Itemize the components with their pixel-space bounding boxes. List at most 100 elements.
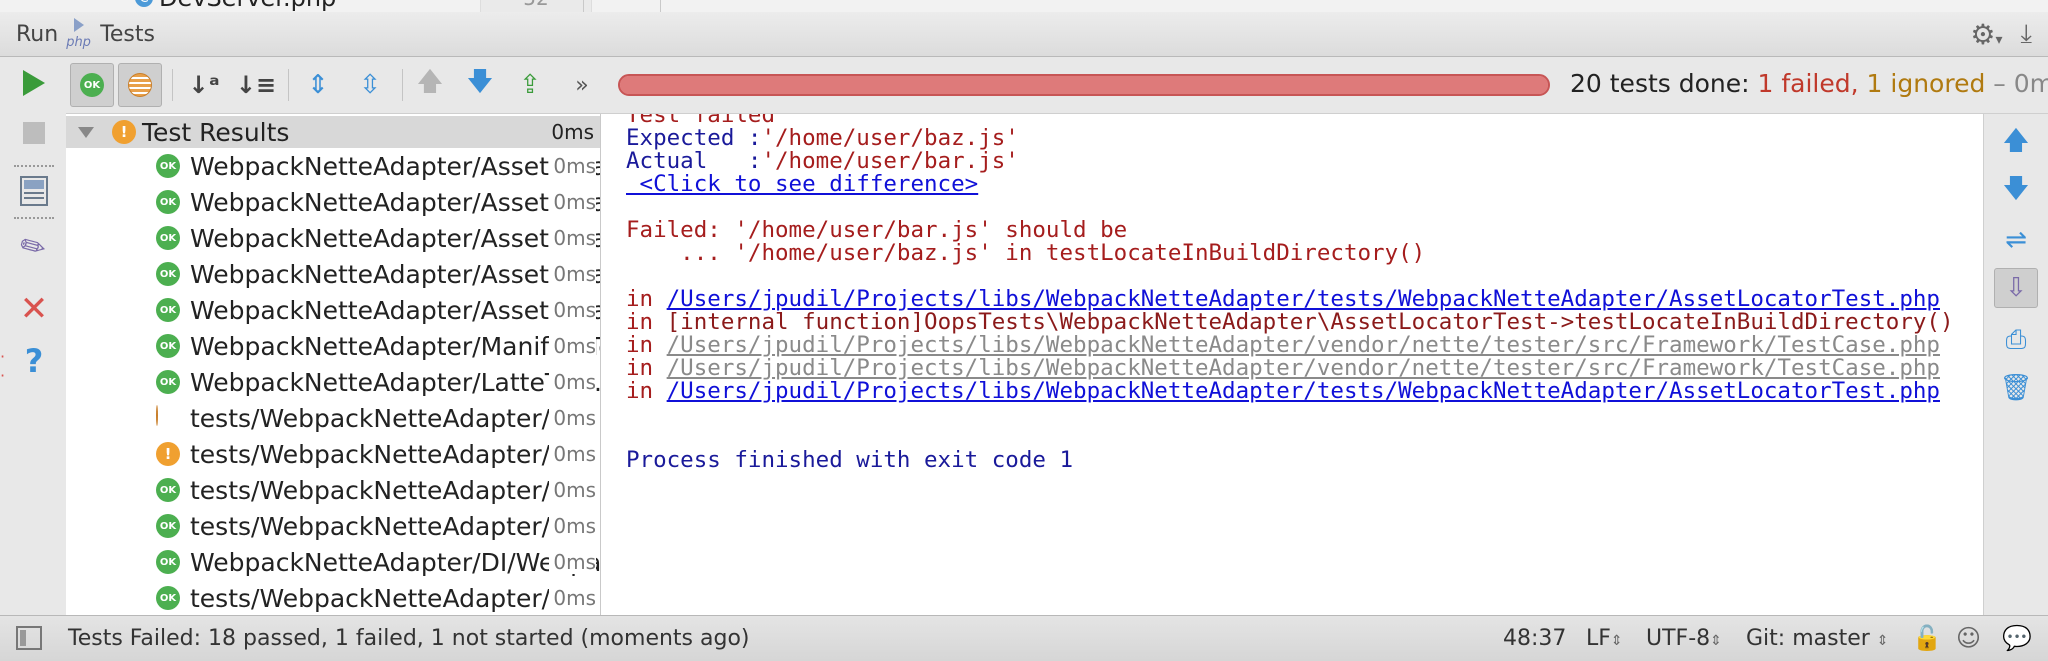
see-difference-link[interactable]: <Click to see difference> [626, 171, 979, 197]
test-results-tree: ! Test Results 0ms OK WebpackNetteAdapter… [66, 114, 601, 615]
inspector-icon[interactable]: ☺ [1956, 624, 1981, 652]
divider [660, 0, 661, 12]
stack-frame: in /Users/jpudil/Projects/libs/WebpackNe… [626, 378, 1940, 404]
sort-by-duration-button[interactable]: ↓≡ [234, 63, 278, 107]
tree-row-duration: 0ms [549, 406, 596, 430]
event-log-icon[interactable]: 💬 [2002, 624, 2032, 652]
arrow-down-icon: 🡇 [466, 67, 494, 97]
caret-position[interactable]: 48:37 [1503, 626, 1566, 651]
expand-all-button[interactable]: ⇕ [296, 63, 340, 107]
soft-wrap-button[interactable]: ⇌ [1994, 220, 2038, 260]
tree-row-test[interactable]: OK WebpackNetteAdapter/AssetLocatorTest.p… [66, 220, 600, 256]
scroll-to-end-button[interactable]: ⇩ [1994, 268, 2038, 308]
passed-icon: OK [156, 478, 180, 502]
tree-row-label: WebpackNetteAdapter/AssetLocatorTest.php [190, 259, 600, 289]
close-button[interactable]: ✕ [12, 289, 56, 329]
tree-row-label: tests/WebpackNetteAdapter/ [190, 511, 551, 541]
sort-duration-icon: ↓≡ [235, 71, 277, 99]
clear-all-button[interactable]: 🗑 [1994, 368, 2038, 408]
tree-row-label: WebpackNetteAdapter/AssetLocatorTest.php [190, 223, 600, 253]
tree-row-test[interactable]: OK tests/WebpackNetteAdapter/0ms [66, 508, 600, 544]
vcs-branch[interactable]: Git: master ⇕ [1746, 626, 1889, 651]
tree-row-test[interactable]: OK WebpackNetteAdapter/AssetLocatorTest.p… [66, 292, 600, 328]
tree-row-duration: 0ms [549, 190, 596, 214]
status-icon-wrap: OK [156, 334, 180, 358]
tree-row-test[interactable]: OK WebpackNetteAdapter/ManifestTest.php0m… [66, 328, 600, 364]
tree-row-test[interactable]: OK WebpackNetteAdapter/AssetLocatorTest.p… [66, 148, 600, 184]
tree-row-duration: 0ms [549, 226, 596, 250]
status-icon-wrap: OK [156, 226, 180, 250]
arrow-up-icon: 🡅 [2002, 126, 2030, 156]
stack-frame-link[interactable]: /Users/jpudil/Projects/libs/WebpackNette… [667, 378, 1940, 404]
tree-row-test[interactable]: ! tests/WebpackNetteAdapter/0ms [66, 436, 600, 472]
tree-row-duration: 0ms [549, 370, 596, 394]
run-tool-window-header: Run php Tests ⚙▾ ⤓ [0, 12, 2048, 57]
tree-row-duration: 0ms [549, 442, 596, 466]
tree-row-test[interactable]: OK WebpackNetteAdapter/AssetLocatorTest.p… [66, 256, 600, 292]
progress-fill [620, 76, 1548, 94]
tree-row-test[interactable]: tests/WebpackNetteAdapter/0ms [66, 400, 600, 436]
layout-button[interactable] [12, 171, 56, 211]
expand-toggle-icon[interactable] [78, 126, 94, 138]
tree-row-label: WebpackNetteAdapter/AssetLocatorTest.php [190, 187, 600, 217]
test-runner-toolbar: OK ↓ᵃ ↓≡ ⇕ ⇳ 🡅 🡇 ⇪ » 20 tests done: 1 fa… [66, 57, 2048, 114]
export-results-button[interactable]: ⇪ [508, 63, 552, 107]
tree-row-test[interactable]: OK WebpackNetteAdapter/DI/WebpackExtensio… [66, 544, 600, 580]
editor-tab-label: DevServer.php [159, 0, 336, 12]
tool-window-toggle-icon[interactable] [16, 626, 42, 650]
scroll-to-end-icon: ⇩ [2005, 273, 2027, 303]
divider [583, 0, 584, 12]
tree-row-test[interactable]: OK tests/WebpackNetteAdapter/0ms [66, 472, 600, 508]
status-icon-wrap: OK [156, 154, 180, 178]
hide-panel-icon[interactable]: ⤓ [2021, 19, 2033, 50]
status-message[interactable]: Tests Failed: 18 passed, 1 failed, 1 not… [68, 626, 750, 651]
file-encoding[interactable]: UTF-8⇕ [1646, 626, 1722, 651]
print-button[interactable]: ⎙ [1994, 320, 2038, 360]
sort-alphabetically-button[interactable]: ↓ᵃ [182, 63, 226, 107]
tree-row-test[interactable]: OK tests/WebpackNetteAdapter/0ms [66, 580, 600, 615]
tree-row-label: tests/WebpackNetteAdapter/ [190, 583, 551, 613]
status-icon-wrap: OK [156, 478, 180, 502]
tree-root-test-results[interactable]: ! Test Results 0ms [66, 116, 600, 148]
stop-button[interactable] [12, 113, 56, 153]
run-label: Run [16, 21, 59, 47]
pin-tab-button[interactable]: ✎ [12, 226, 56, 269]
console-output[interactable]: Test failed Expected :'/home/user/baz.js… [601, 114, 1983, 615]
php-run-config-icon: php [66, 18, 92, 50]
status-bar: Tests Failed: 18 passed, 1 failed, 1 not… [0, 615, 2048, 661]
lock-icon[interactable]: 🔓 [1912, 624, 1942, 652]
gear-icon[interactable]: ⚙▾ [1970, 18, 2002, 51]
status-icon-wrap: OK [156, 262, 180, 286]
show-ignored-button[interactable] [118, 63, 162, 107]
status-icon-wrap: OK [156, 586, 180, 610]
status-icon-wrap: OK [156, 550, 180, 574]
updown-icon: ⇕ [1876, 633, 1889, 649]
run-config-tab[interactable]: Tests [100, 22, 155, 47]
passed-icon: OK [156, 586, 180, 610]
next-failed-button[interactable]: 🡇 [458, 63, 502, 107]
tree-row-label: tests/WebpackNetteAdapter/ [190, 475, 551, 505]
scroll-down-button[interactable]: 🡇 [1994, 172, 2038, 212]
status-icon-wrap: OK [156, 514, 180, 538]
tree-root-duration: 0ms [551, 120, 594, 144]
scroll-up-button[interactable]: 🡅 [1994, 124, 2038, 164]
failed-icon: ! [156, 442, 180, 466]
tree-row-test[interactable]: OK WebpackNetteAdapter/LatteTest.php0ms [66, 364, 600, 400]
tree-row-label: tests/WebpackNetteAdapter/ [190, 439, 551, 469]
passed-icon: OK [156, 334, 180, 358]
help-button[interactable]: ? [12, 341, 56, 381]
passed-icon: OK [156, 190, 180, 214]
more-actions-button[interactable]: » [560, 63, 604, 107]
ignored-icon [156, 405, 158, 426]
test-summary: 20 tests done: 1 failed, 1 ignored – 0ms [1570, 69, 2048, 98]
show-passed-button[interactable]: OK [70, 63, 114, 107]
tree-row-test[interactable]: OK WebpackNetteAdapter/AssetLocatorTest.p… [66, 184, 600, 220]
tree-row-duration: 0ms [549, 550, 596, 574]
previous-failed-button[interactable]: 🡅 [408, 63, 452, 107]
tree-row-label: WebpackNetteAdapter/AssetLocatorTest.php [190, 151, 600, 181]
editor-tab[interactable]: C DevServer.php [135, 0, 336, 12]
close-icon: ✕ [19, 289, 49, 329]
line-separator[interactable]: LF⇕ [1586, 626, 1623, 651]
run-button[interactable] [12, 63, 56, 103]
collapse-all-button[interactable]: ⇳ [348, 63, 392, 107]
